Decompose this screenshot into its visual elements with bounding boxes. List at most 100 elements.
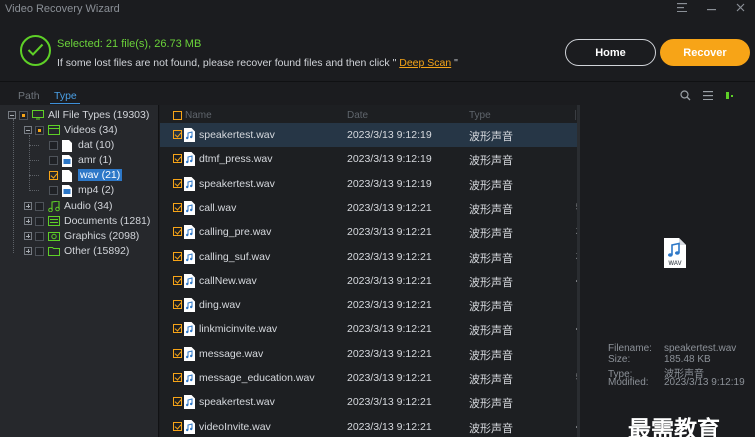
file-checkbox[interactable] <box>173 227 182 237</box>
tree-checkbox[interactable] <box>49 185 58 195</box>
tree-checkbox[interactable] <box>35 246 44 256</box>
file-row[interactable]: callNew.wav2023/3/13 9:12:21波形声音4 <box>160 269 580 293</box>
audio-file-icon <box>184 152 195 167</box>
tree-item-label: Graphics (2098) <box>64 230 140 242</box>
meta-value: 185.48 KB <box>664 354 711 365</box>
file-checkbox[interactable] <box>173 300 182 310</box>
column-type[interactable]: Type <box>469 110 491 121</box>
selected-summary: Selected: 21 file(s), 26.73 MB <box>57 38 202 50</box>
tree-checkbox[interactable] <box>49 140 58 150</box>
file-row[interactable]: calling_suf.wav2023/3/13 9:12:21波形声音2 <box>160 245 580 269</box>
file-checkbox[interactable] <box>173 348 182 358</box>
file-name: linkmicinvite.wav <box>199 323 278 336</box>
file-checkbox[interactable] <box>173 251 182 261</box>
tab-type[interactable]: Type <box>54 90 77 102</box>
tree-item-graphics[interactable]: Graphics (2098) <box>24 229 139 243</box>
recover-button[interactable]: Recover <box>660 39 750 66</box>
audio-file-icon <box>184 249 195 264</box>
search-icon[interactable] <box>680 90 691 104</box>
file-type-tree: All File Types (19303) Videos (34) dat (… <box>0 105 159 437</box>
tree-checkbox[interactable] <box>35 216 44 226</box>
file-name: call.wav <box>199 201 237 214</box>
tree-item-mp4[interactable]: mp4 (2) <box>49 183 114 197</box>
tree-checkbox[interactable] <box>49 170 58 180</box>
tree-guide <box>29 190 39 191</box>
file-date: 2023/3/13 9:12:19 <box>347 153 432 166</box>
file-row[interactable]: message.wav 2023/3/13 9:12:21 波形声音 <box>160 342 580 366</box>
file-row[interactable]: speakertest.wav 2023/3/13 9:12:19 波形声音 <box>160 172 580 196</box>
file-checkbox[interactable] <box>173 324 182 334</box>
tree-checkbox[interactable] <box>19 110 28 120</box>
file-name: calling_pre.wav <box>199 226 272 239</box>
tree-item-all[interactable]: All File Types (19303) <box>8 108 149 122</box>
file-name: calling_suf.wav <box>199 250 271 263</box>
column-name[interactable]: Name <box>185 110 212 121</box>
expand-toggle[interactable] <box>24 202 32 210</box>
audio-file-icon <box>184 128 195 142</box>
select-all-checkbox[interactable] <box>173 111 182 120</box>
meta-filename: Filename: speakertest.wav <box>608 343 736 354</box>
grid-view-icon[interactable] <box>725 91 735 103</box>
audio-file-icon <box>184 419 195 434</box>
file-checkbox[interactable] <box>173 202 182 212</box>
audio-file-icon <box>184 298 195 313</box>
tree-checkbox[interactable] <box>49 155 58 165</box>
tree-checkbox[interactable] <box>35 231 44 241</box>
collapse-toggle[interactable] <box>24 126 32 134</box>
expand-toggle[interactable] <box>24 232 32 240</box>
file-row[interactable]: call.wav2023/3/13 9:12:21波形声音5 <box>160 196 580 220</box>
app-title: Video Recovery Wizard <box>5 3 120 15</box>
tab-path[interactable]: Path <box>18 90 40 102</box>
list-view-icon[interactable] <box>703 91 713 103</box>
file-row[interactable]: dtmf_press.wav 2023/3/13 9:12:19 波形声音 <box>160 147 580 171</box>
audio-file-icon <box>184 322 195 337</box>
file-checkbox[interactable] <box>173 397 182 407</box>
file-row[interactable]: message_education.wav 2023/3/13 9:12:21 波形… <box>160 366 580 390</box>
file-row[interactable]: linkmicinvite.wav2023/3/13 9:12:21波形声音4 <box>160 317 580 341</box>
file-checkbox[interactable] <box>173 130 182 139</box>
watermark: 最需教育 <box>628 417 720 437</box>
tree-guide <box>29 145 39 146</box>
tree-checkbox[interactable] <box>35 125 44 135</box>
file-row[interactable]: speakertest.wav 2023/3/13 9:12:19 波形声音 <box>160 123 580 147</box>
tree-item-dat[interactable]: dat (10) <box>49 138 114 152</box>
collapse-toggle[interactable] <box>8 111 16 119</box>
preview-pane: WAV Filename: speakertest.wav Size: 185.48… <box>580 105 755 437</box>
file-checkbox[interactable] <box>173 154 182 164</box>
file-row[interactable]: calling_pre.wav2023/3/13 9:12:21波形声音2 <box>160 220 580 244</box>
tree-item-other[interactable]: Other (15892) <box>24 244 129 258</box>
tree-checkbox[interactable] <box>35 201 44 211</box>
file-type: 波形声音 <box>469 300 513 314</box>
tree-item-amr[interactable]: amr (1) <box>49 153 112 167</box>
tree-item-documents[interactable]: Documents (1281) <box>24 214 150 228</box>
deep-scan-link[interactable]: Deep Scan <box>399 57 451 69</box>
tree-item-label: Documents (1281) <box>64 215 151 227</box>
minimize-icon[interactable] <box>707 3 716 15</box>
file-date: 2023/3/13 9:12:19 <box>347 177 432 190</box>
file-checkbox[interactable] <box>173 275 182 285</box>
tree-item-wav[interactable]: wav (21) <box>49 168 123 182</box>
active-tab-indicator <box>50 103 80 104</box>
file-checkbox[interactable] <box>173 373 182 382</box>
file-checkbox[interactable] <box>173 421 182 431</box>
deep-scan-hint: If some lost files are not found, please… <box>57 57 458 69</box>
file-checkbox[interactable] <box>173 178 182 188</box>
file-type: 波形声音 <box>469 324 513 338</box>
tree-item-videos[interactable]: Videos (34) <box>24 123 118 137</box>
file-row[interactable]: speakertest.wav 2023/3/13 9:12:21 波形声音 <box>160 390 580 414</box>
expand-toggle[interactable] <box>24 247 32 255</box>
file-row[interactable]: videoInvite.wav2023/3/13 9:12:21波形声音4 <box>160 415 580 437</box>
column-separator[interactable] <box>575 110 576 120</box>
hint-suffix: " <box>451 57 458 69</box>
audio-file-icon <box>184 371 195 385</box>
home-button[interactable]: Home <box>565 39 656 66</box>
menu-icon[interactable] <box>677 3 687 15</box>
meta-value: speakertest.wav <box>664 343 737 354</box>
file-row[interactable]: ding.wav 2023/3/13 9:12:21 波形声音 <box>160 293 580 317</box>
close-icon[interactable] <box>736 3 745 15</box>
file-name: videoInvite.wav <box>199 420 271 433</box>
audio-file-icon <box>184 395 195 410</box>
tree-item-audio[interactable]: Audio (34) <box>24 199 112 213</box>
column-date[interactable]: Date <box>347 110 368 121</box>
expand-toggle[interactable] <box>24 217 32 225</box>
